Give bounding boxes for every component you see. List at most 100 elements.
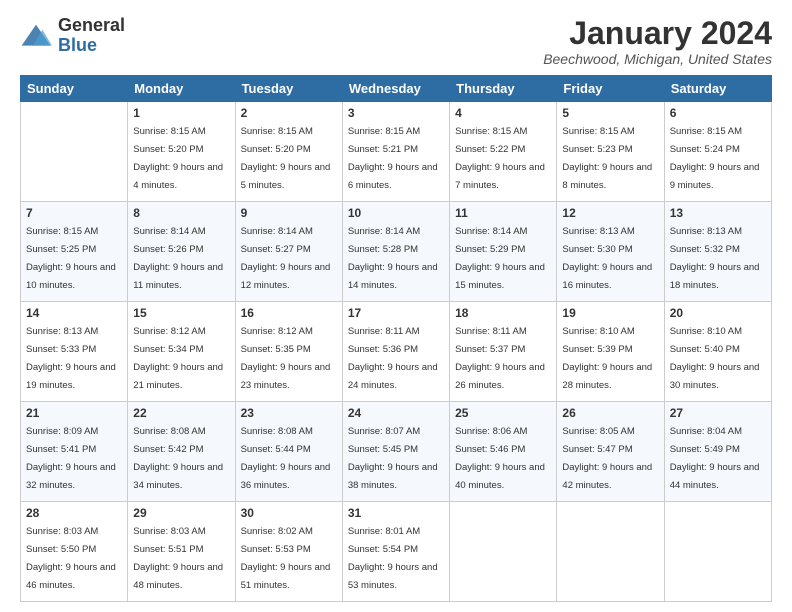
calendar-week-3: 14 Sunrise: 8:13 AMSunset: 5:33 PMDaylig…	[21, 302, 772, 402]
table-row: 4 Sunrise: 8:15 AMSunset: 5:22 PMDayligh…	[450, 102, 557, 202]
table-row: 27 Sunrise: 8:04 AMSunset: 5:49 PMDaylig…	[664, 402, 771, 502]
day-info: Sunrise: 8:14 AMSunset: 5:27 PMDaylight:…	[241, 226, 331, 291]
day-info: Sunrise: 8:03 AMSunset: 5:51 PMDaylight:…	[133, 526, 223, 591]
table-row: 5 Sunrise: 8:15 AMSunset: 5:23 PMDayligh…	[557, 102, 664, 202]
day-number: 13	[670, 206, 766, 220]
day-info: Sunrise: 8:15 AMSunset: 5:23 PMDaylight:…	[562, 126, 652, 191]
table-row: 30 Sunrise: 8:02 AMSunset: 5:53 PMDaylig…	[235, 502, 342, 602]
page: General Blue January 2024 Beechwood, Mic…	[0, 0, 792, 612]
day-info: Sunrise: 8:11 AMSunset: 5:36 PMDaylight:…	[348, 326, 438, 391]
header: General Blue January 2024 Beechwood, Mic…	[20, 16, 772, 67]
day-info: Sunrise: 8:07 AMSunset: 5:45 PMDaylight:…	[348, 426, 438, 491]
calendar-week-5: 28 Sunrise: 8:03 AMSunset: 5:50 PMDaylig…	[21, 502, 772, 602]
table-row: 26 Sunrise: 8:05 AMSunset: 5:47 PMDaylig…	[557, 402, 664, 502]
col-sunday: Sunday	[21, 76, 128, 102]
table-row	[450, 502, 557, 602]
table-row: 3 Sunrise: 8:15 AMSunset: 5:21 PMDayligh…	[342, 102, 449, 202]
day-info: Sunrise: 8:14 AMSunset: 5:28 PMDaylight:…	[348, 226, 438, 291]
table-row: 6 Sunrise: 8:15 AMSunset: 5:24 PMDayligh…	[664, 102, 771, 202]
day-number: 1	[133, 106, 229, 120]
table-row: 29 Sunrise: 8:03 AMSunset: 5:51 PMDaylig…	[128, 502, 235, 602]
table-row: 15 Sunrise: 8:12 AMSunset: 5:34 PMDaylig…	[128, 302, 235, 402]
title-block: January 2024 Beechwood, Michigan, United…	[543, 16, 772, 67]
day-info: Sunrise: 8:13 AMSunset: 5:32 PMDaylight:…	[670, 226, 760, 291]
logo: General Blue	[20, 16, 125, 56]
table-row: 28 Sunrise: 8:03 AMSunset: 5:50 PMDaylig…	[21, 502, 128, 602]
day-number: 7	[26, 206, 122, 220]
calendar-week-1: 1 Sunrise: 8:15 AMSunset: 5:20 PMDayligh…	[21, 102, 772, 202]
table-row: 11 Sunrise: 8:14 AMSunset: 5:29 PMDaylig…	[450, 202, 557, 302]
calendar-table: Sunday Monday Tuesday Wednesday Thursday…	[20, 75, 772, 602]
table-row: 16 Sunrise: 8:12 AMSunset: 5:35 PMDaylig…	[235, 302, 342, 402]
day-info: Sunrise: 8:11 AMSunset: 5:37 PMDaylight:…	[455, 326, 545, 391]
table-row: 8 Sunrise: 8:14 AMSunset: 5:26 PMDayligh…	[128, 202, 235, 302]
table-row: 7 Sunrise: 8:15 AMSunset: 5:25 PMDayligh…	[21, 202, 128, 302]
day-number: 4	[455, 106, 551, 120]
location: Beechwood, Michigan, United States	[543, 51, 772, 67]
day-number: 14	[26, 306, 122, 320]
table-row: 1 Sunrise: 8:15 AMSunset: 5:20 PMDayligh…	[128, 102, 235, 202]
day-info: Sunrise: 8:12 AMSunset: 5:34 PMDaylight:…	[133, 326, 223, 391]
table-row: 21 Sunrise: 8:09 AMSunset: 5:41 PMDaylig…	[21, 402, 128, 502]
col-saturday: Saturday	[664, 76, 771, 102]
day-info: Sunrise: 8:15 AMSunset: 5:21 PMDaylight:…	[348, 126, 438, 191]
day-info: Sunrise: 8:09 AMSunset: 5:41 PMDaylight:…	[26, 426, 116, 491]
table-row: 18 Sunrise: 8:11 AMSunset: 5:37 PMDaylig…	[450, 302, 557, 402]
day-number: 30	[241, 506, 337, 520]
day-info: Sunrise: 8:01 AMSunset: 5:54 PMDaylight:…	[348, 526, 438, 591]
day-number: 16	[241, 306, 337, 320]
table-row: 31 Sunrise: 8:01 AMSunset: 5:54 PMDaylig…	[342, 502, 449, 602]
day-number: 29	[133, 506, 229, 520]
day-number: 5	[562, 106, 658, 120]
day-number: 6	[670, 106, 766, 120]
table-row: 23 Sunrise: 8:08 AMSunset: 5:44 PMDaylig…	[235, 402, 342, 502]
day-info: Sunrise: 8:15 AMSunset: 5:22 PMDaylight:…	[455, 126, 545, 191]
day-number: 22	[133, 406, 229, 420]
table-row	[557, 502, 664, 602]
table-row: 19 Sunrise: 8:10 AMSunset: 5:39 PMDaylig…	[557, 302, 664, 402]
day-number: 11	[455, 206, 551, 220]
day-number: 9	[241, 206, 337, 220]
day-info: Sunrise: 8:14 AMSunset: 5:29 PMDaylight:…	[455, 226, 545, 291]
day-info: Sunrise: 8:13 AMSunset: 5:33 PMDaylight:…	[26, 326, 116, 391]
day-number: 17	[348, 306, 444, 320]
day-number: 12	[562, 206, 658, 220]
day-info: Sunrise: 8:08 AMSunset: 5:42 PMDaylight:…	[133, 426, 223, 491]
day-info: Sunrise: 8:06 AMSunset: 5:46 PMDaylight:…	[455, 426, 545, 491]
col-wednesday: Wednesday	[342, 76, 449, 102]
table-row	[21, 102, 128, 202]
table-row: 14 Sunrise: 8:13 AMSunset: 5:33 PMDaylig…	[21, 302, 128, 402]
day-number: 26	[562, 406, 658, 420]
table-row: 20 Sunrise: 8:10 AMSunset: 5:40 PMDaylig…	[664, 302, 771, 402]
calendar-header-row: Sunday Monday Tuesday Wednesday Thursday…	[21, 76, 772, 102]
day-number: 21	[26, 406, 122, 420]
col-monday: Monday	[128, 76, 235, 102]
table-row: 24 Sunrise: 8:07 AMSunset: 5:45 PMDaylig…	[342, 402, 449, 502]
day-number: 25	[455, 406, 551, 420]
day-info: Sunrise: 8:13 AMSunset: 5:30 PMDaylight:…	[562, 226, 652, 291]
table-row: 9 Sunrise: 8:14 AMSunset: 5:27 PMDayligh…	[235, 202, 342, 302]
table-row: 13 Sunrise: 8:13 AMSunset: 5:32 PMDaylig…	[664, 202, 771, 302]
day-number: 27	[670, 406, 766, 420]
day-number: 19	[562, 306, 658, 320]
col-thursday: Thursday	[450, 76, 557, 102]
day-number: 10	[348, 206, 444, 220]
table-row: 25 Sunrise: 8:06 AMSunset: 5:46 PMDaylig…	[450, 402, 557, 502]
logo-icon	[20, 22, 52, 50]
day-info: Sunrise: 8:12 AMSunset: 5:35 PMDaylight:…	[241, 326, 331, 391]
day-number: 18	[455, 306, 551, 320]
day-info: Sunrise: 8:10 AMSunset: 5:39 PMDaylight:…	[562, 326, 652, 391]
table-row: 2 Sunrise: 8:15 AMSunset: 5:20 PMDayligh…	[235, 102, 342, 202]
calendar-week-2: 7 Sunrise: 8:15 AMSunset: 5:25 PMDayligh…	[21, 202, 772, 302]
day-info: Sunrise: 8:14 AMSunset: 5:26 PMDaylight:…	[133, 226, 223, 291]
day-number: 23	[241, 406, 337, 420]
day-number: 2	[241, 106, 337, 120]
logo-general-label: General	[58, 16, 125, 36]
logo-blue-label: Blue	[58, 36, 125, 56]
day-info: Sunrise: 8:15 AMSunset: 5:24 PMDaylight:…	[670, 126, 760, 191]
day-number: 20	[670, 306, 766, 320]
day-info: Sunrise: 8:02 AMSunset: 5:53 PMDaylight:…	[241, 526, 331, 591]
day-info: Sunrise: 8:05 AMSunset: 5:47 PMDaylight:…	[562, 426, 652, 491]
day-info: Sunrise: 8:15 AMSunset: 5:25 PMDaylight:…	[26, 226, 116, 291]
day-info: Sunrise: 8:10 AMSunset: 5:40 PMDaylight:…	[670, 326, 760, 391]
